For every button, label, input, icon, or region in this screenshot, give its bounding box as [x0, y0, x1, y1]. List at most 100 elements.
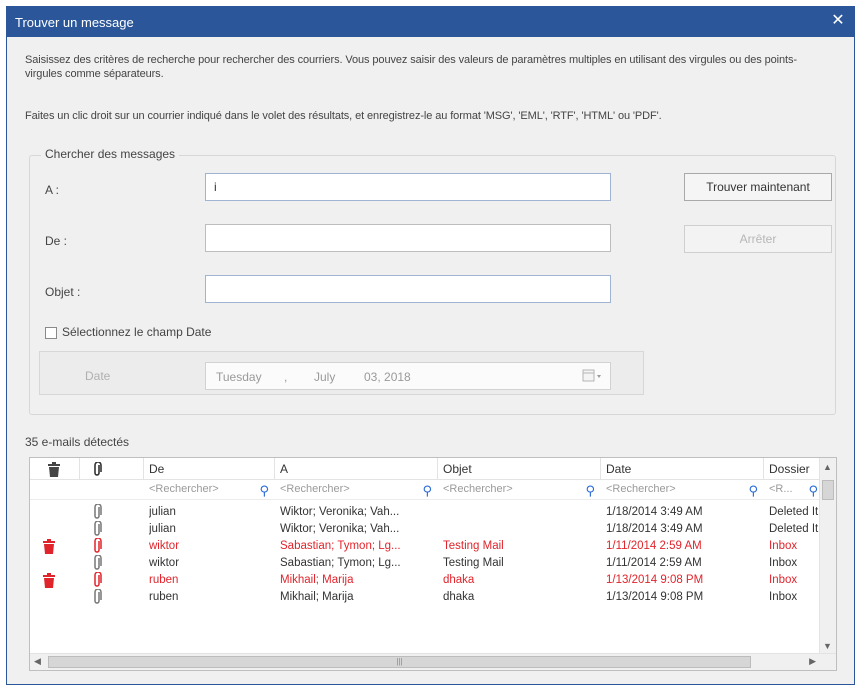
- results-grid: De A Objet Date Dossier <Rechercher> ⚲ <R…: [29, 457, 837, 671]
- table-row[interactable]: wiktor Sabastian; Tymon; Lg... Testing Mai…: [30, 538, 836, 555]
- trash-icon: [43, 539, 55, 554]
- scroll-left-icon[interactable]: ◀: [34, 656, 41, 667]
- scroll-right-icon[interactable]: ▶: [809, 656, 816, 667]
- date-checkbox[interactable]: [45, 327, 57, 339]
- scroll-down-icon[interactable]: ▼: [823, 641, 832, 651]
- cell-subject: dhaka: [443, 591, 475, 603]
- find-now-button[interactable]: Trouver maintenant: [684, 173, 832, 201]
- cell-to: Mikhail; Marija: [280, 574, 354, 586]
- filter-folder-text: <R...: [769, 483, 793, 495]
- save-hint-text: Faites un clic droit sur un courrier ind…: [25, 110, 662, 122]
- table-row[interactable]: julian Wiktor; Veronika; Vah... 1/18/2014 …: [30, 521, 836, 538]
- search-icon[interactable]: ⚲: [748, 481, 758, 500]
- cell-date: 1/11/2014 2:59 AM: [606, 557, 702, 569]
- date-weekday[interactable]: Tuesday: [216, 370, 262, 384]
- date-day-year[interactable]: 03, 2018: [364, 370, 411, 384]
- filter-row: <Rechercher> ⚲ <Rechercher> ⚲ <Rechercher>…: [30, 480, 836, 500]
- date-label: Date: [85, 369, 111, 383]
- date-picker[interactable]: Tuesday , July 03, 2018: [205, 362, 611, 390]
- cell-from: ruben: [149, 574, 179, 586]
- attachment-icon: [94, 555, 102, 570]
- dialog-title: Trouver un message: [15, 15, 134, 30]
- subject-field[interactable]: [205, 275, 611, 303]
- column-header-folder[interactable]: Dossier: [764, 458, 824, 480]
- filter-to-text: <Rechercher>: [280, 483, 350, 495]
- filter-subject[interactable]: <Rechercher> ⚲: [438, 480, 601, 500]
- trash-icon: [43, 573, 55, 588]
- cell-folder: Deleted It: [769, 506, 819, 518]
- cell-subject: dhaka: [443, 574, 475, 586]
- table-row[interactable]: wiktor Sabastian; Tymon; Lg... Testing Mai…: [30, 555, 836, 572]
- scroll-up-icon[interactable]: ▲: [823, 462, 832, 472]
- filter-to[interactable]: <Rechercher> ⚲: [275, 480, 438, 500]
- cell-date: 1/13/2014 9:08 PM: [606, 591, 704, 603]
- instructions-text: Saisissez des critères de recherche pour…: [25, 54, 797, 80]
- to-field[interactable]: [205, 173, 611, 201]
- attachment-icon: [94, 504, 102, 519]
- cell-folder: Inbox: [769, 540, 798, 552]
- cell-to: Sabastian; Tymon; Lg...: [280, 557, 401, 569]
- header-trash-icon[interactable]: [30, 458, 80, 480]
- cell-to: Wiktor; Veronika; Vah...: [280, 523, 400, 535]
- stop-button[interactable]: Arrêter: [684, 225, 832, 253]
- filter-subject-text: <Rechercher>: [443, 483, 513, 495]
- attachment-icon: [94, 538, 102, 553]
- table-row[interactable]: ruben Mikhail; Marija dhaka 1/13/2014 9:08 …: [30, 589, 836, 606]
- search-icon[interactable]: ⚲: [808, 481, 818, 500]
- table-row[interactable]: ruben Mikhail; Marija dhaka 1/13/2014 9:08 …: [30, 572, 836, 589]
- cell-subject: [443, 521, 601, 538]
- vertical-scrollbar[interactable]: ▲ ▼: [819, 458, 836, 654]
- table-row[interactable]: julian Wiktor; Veronika; Vah... 1/18/2014 …: [30, 504, 836, 521]
- column-header-from[interactable]: De: [144, 458, 275, 480]
- find-message-dialog: Trouver un message ✕ Saisissez des critè…: [6, 6, 855, 685]
- header-attachment-icon[interactable]: [80, 458, 144, 480]
- search-icon[interactable]: ⚲: [585, 481, 595, 500]
- cell-subject: Testing Mail: [443, 557, 504, 569]
- filter-folder[interactable]: <R... ⚲: [764, 480, 820, 500]
- cell-folder: Inbox: [769, 557, 798, 569]
- close-icon[interactable]: ✕: [828, 11, 848, 31]
- horizontal-scrollbar[interactable]: ◀ ||| ▶: [30, 653, 836, 670]
- attachment-icon: [94, 521, 102, 536]
- vertical-scroll-thumb[interactable]: [822, 480, 834, 500]
- filter-from-text: <Rechercher>: [149, 483, 219, 495]
- horizontal-scroll-thumb[interactable]: |||: [48, 656, 751, 668]
- date-month[interactable]: July: [314, 370, 335, 384]
- cell-to: Wiktor; Veronika; Vah...: [280, 506, 400, 518]
- cell-from: julian: [149, 523, 176, 535]
- cell-from: ruben: [149, 591, 179, 603]
- search-icon[interactable]: ⚲: [422, 481, 432, 500]
- subject-label: Objet :: [45, 285, 81, 299]
- date-separator: ,: [284, 370, 288, 384]
- cell-from: wiktor: [149, 557, 180, 569]
- filter-from[interactable]: <Rechercher> ⚲: [144, 480, 275, 500]
- attachment-icon: [94, 589, 102, 604]
- cell-date: 1/11/2014 2:59 AM: [606, 540, 702, 552]
- grid-header: De A Objet Date Dossier: [30, 458, 836, 480]
- calendar-dropdown-icon[interactable]: [582, 368, 604, 384]
- column-header-to[interactable]: A: [275, 458, 438, 480]
- search-group-label: Chercher des messages: [41, 147, 180, 161]
- from-field[interactable]: [205, 224, 611, 252]
- search-icon[interactable]: ⚲: [259, 481, 269, 500]
- to-label: A :: [45, 183, 60, 197]
- from-label: De :: [45, 234, 68, 248]
- cell-date: 1/13/2014 9:08 PM: [606, 574, 704, 586]
- title-bar[interactable]: Trouver un message ✕: [7, 7, 854, 37]
- results-count: 35 e-mails détectés: [25, 435, 130, 449]
- cell-from: julian: [149, 506, 176, 518]
- cell-subject: Testing Mail: [443, 540, 504, 552]
- cell-folder: Inbox: [769, 591, 798, 603]
- filter-date[interactable]: <Rechercher> ⚲: [601, 480, 764, 500]
- cell-date: 1/18/2014 3:49 AM: [606, 523, 703, 535]
- cell-subject: [443, 504, 601, 521]
- column-header-subject[interactable]: Objet: [438, 458, 601, 480]
- cell-folder: Inbox: [769, 574, 798, 586]
- date-checkbox-label[interactable]: Sélectionnez le champ Date: [62, 325, 211, 339]
- cell-to: Mikhail; Marija: [280, 591, 354, 603]
- cell-folder: Deleted It: [769, 523, 819, 535]
- column-header-date[interactable]: Date: [601, 458, 764, 480]
- cell-date: 1/18/2014 3:49 AM: [606, 506, 703, 518]
- attachment-icon: [94, 572, 102, 587]
- cell-to: Sabastian; Tymon; Lg...: [280, 540, 401, 552]
